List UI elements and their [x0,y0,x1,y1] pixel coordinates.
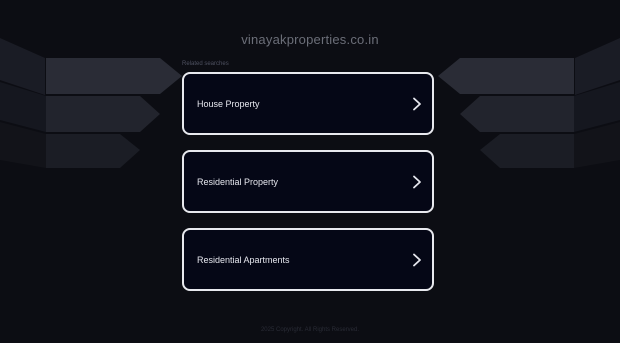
chevron-right-icon [413,97,421,110]
copyright-footer: 2025 Copyright. All Rights Reserved. [260,327,360,333]
parked-domain-page: vinayakproperties.co.in Related searches… [0,0,620,343]
chevron-right-icon [413,253,421,266]
related-link-house-property[interactable]: House Property [182,72,434,135]
related-link-residential-property[interactable]: Residential Property [182,150,434,213]
related-link-label: Residential Property [197,176,279,187]
domain-title: vinayakproperties.co.in [241,32,379,47]
related-link-label: Residential Apartments [197,254,290,265]
related-searches-label: Related searches [182,61,229,67]
related-link-label: House Property [197,98,260,109]
chevron-right-icon [413,175,421,188]
related-link-residential-apartments[interactable]: Residential Apartments [182,228,434,291]
